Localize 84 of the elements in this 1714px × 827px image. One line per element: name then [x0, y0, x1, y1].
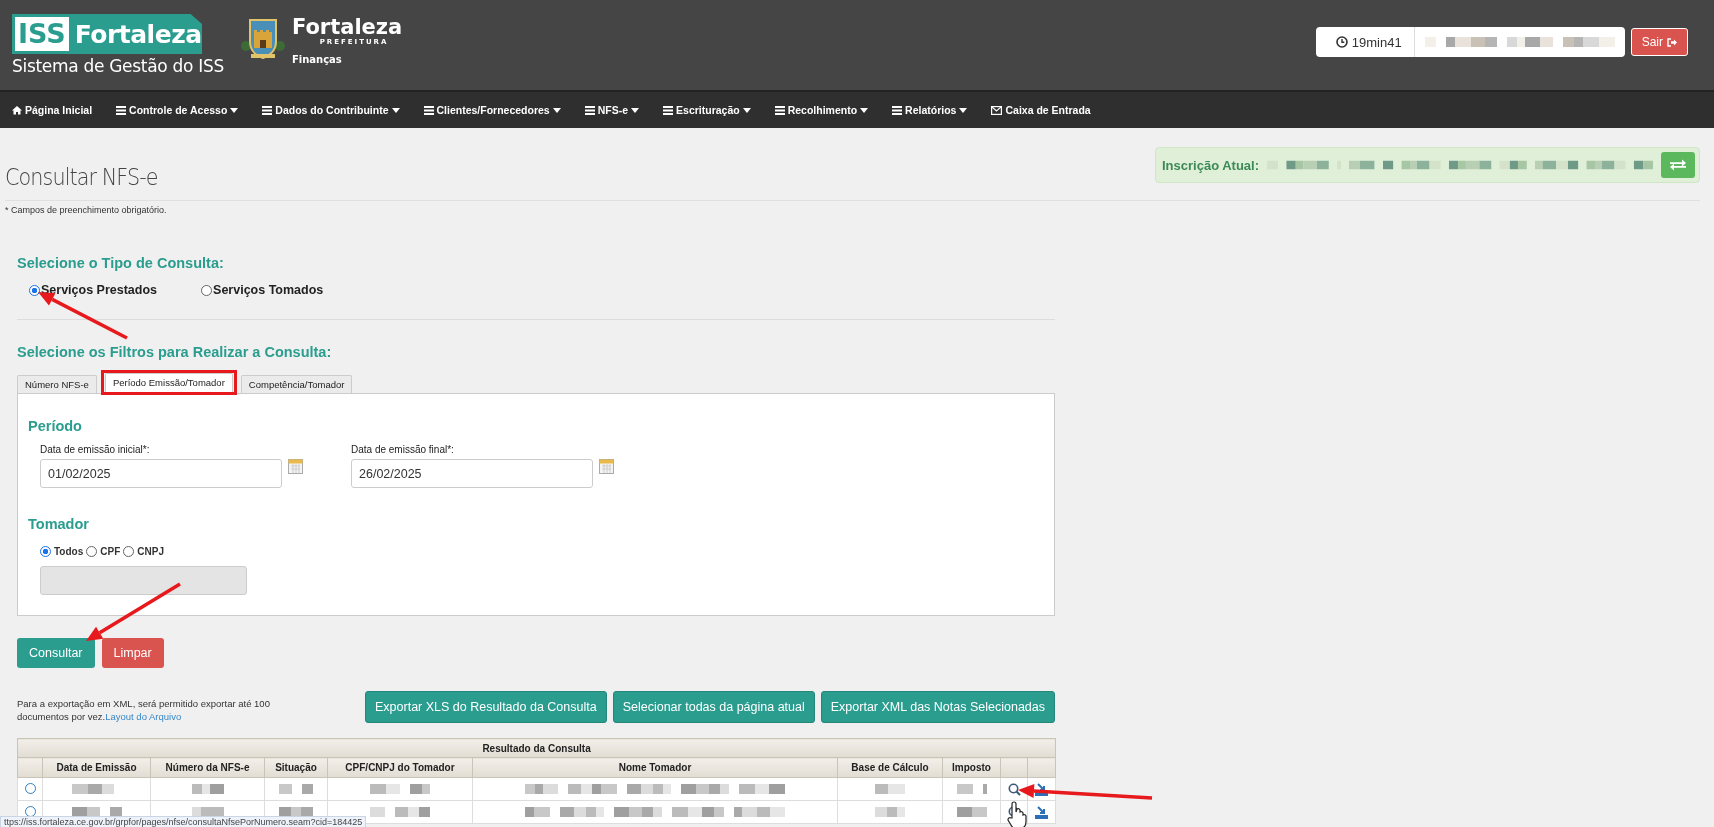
caret-icon: [860, 107, 869, 113]
caret-icon: [959, 107, 968, 113]
search-icon[interactable]: [1007, 782, 1021, 796]
radio-button[interactable]: [29, 284, 40, 296]
tab[interactable]: Competência/Tomador: [240, 375, 353, 393]
nav-menu-item[interactable]: Caixa de Entrada: [991, 104, 1091, 116]
section-heading: Período: [28, 418, 83, 434]
field-label: Data de emissão final*:: [351, 444, 455, 455]
date-field[interactable]: 01/02/2025: [40, 459, 282, 488]
radio-button[interactable]: [123, 546, 135, 557]
logo-badge: ISS: [15, 17, 69, 51]
caret-icon: [552, 107, 561, 113]
department-name: Finanças: [291, 54, 343, 65]
blurred-text: [191, 807, 224, 817]
field-label: Data de emissão inicial*:: [40, 444, 151, 455]
logo-title: Fortaleza: [74, 19, 202, 49]
table-title: Resultado da Consulta: [17, 738, 1056, 758]
menu-icon: [116, 105, 127, 115]
calendar-icon: [288, 459, 303, 474]
section-heading: Selecione os Filtros para Realizar a Consulta:: [17, 344, 333, 360]
export-icon[interactable]: [1035, 805, 1049, 819]
menu-icon: [584, 105, 595, 115]
session-timer: 19min41: [1351, 34, 1402, 50]
blurred-text: [956, 784, 987, 794]
radio-button[interactable]: [86, 546, 98, 557]
radio-label: Serviços Prestados: [41, 283, 158, 297]
sign-out-icon: [1667, 37, 1677, 47]
nav-menu-item[interactable]: Clientes/Fornecedores: [423, 104, 561, 116]
blurred-text: [875, 807, 905, 817]
blurred-text: [956, 807, 987, 817]
radio-button[interactable]: [40, 546, 51, 557]
blurred-text: [279, 807, 313, 817]
nav-menu-item[interactable]: Relatórios: [892, 104, 968, 116]
city-name: Fortaleza: [291, 16, 403, 38]
switch-registration-button[interactable]: [1661, 152, 1695, 178]
date-field[interactable]: 26/02/2025: [351, 459, 593, 488]
radio-label: Todos: [54, 546, 84, 557]
required-fields-note: * Campos de preenchimento obrigatório.: [5, 205, 168, 215]
section-heading: Tomador: [28, 516, 90, 532]
blurred-text: [875, 784, 905, 794]
blurred-text: [279, 784, 313, 794]
nav-menu-item[interactable]: Controle de Acesso: [116, 104, 239, 116]
radio-label: CPF: [100, 546, 121, 557]
section-heading: Selecione o Tipo de Consulta:: [17, 255, 225, 271]
status-bar-url: ttps://iss.fortaleza.ce.gov.br/grpfor/pages/nfse/consultaNfsePorNumero.seam?cid=184425: [0, 816, 367, 827]
blurred-text: [71, 807, 122, 817]
menu-icon: [262, 105, 273, 115]
logout-button[interactable]: Sair: [1630, 28, 1688, 56]
blurred-text: [1349, 160, 1375, 170]
radio-label: Serviços Tomados: [213, 283, 324, 297]
caret-icon: [391, 107, 400, 113]
export-icon[interactable]: [1035, 782, 1049, 796]
page-title: Consultar NFS-e: [5, 164, 158, 192]
registration-label: Inscrição Atual:: [1162, 157, 1260, 173]
logo-subtitle: Sistema de Gestão do ISS: [12, 56, 224, 76]
menu-icon: [892, 105, 903, 115]
caret-icon: [230, 107, 239, 113]
blurred-text: [191, 784, 224, 794]
menu-icon: [663, 105, 674, 115]
radio-button[interactable]: [201, 284, 213, 296]
caret-icon: [631, 107, 640, 113]
envelope-icon: [991, 105, 1003, 115]
nav-menu-item[interactable]: NFS-e: [584, 104, 640, 116]
radio-label: CNPJ: [137, 546, 164, 557]
swap-icon: [1670, 159, 1686, 171]
row-radio-button[interactable]: [24, 782, 36, 794]
menu-icon: [774, 105, 785, 115]
blurred-text: [370, 784, 430, 794]
nav-menu-item[interactable]: Página Inicial: [12, 104, 93, 116]
file-layout-link[interactable]: Layout do Arquivo: [105, 711, 182, 722]
caret-icon: [742, 107, 751, 113]
coat-of-arms-icon: [239, 16, 286, 62]
nav-menu-item[interactable]: Recolhimento: [774, 104, 869, 116]
nav-menu-item[interactable]: Dados do Contribuinte: [262, 104, 400, 116]
calendar-icon: [599, 459, 614, 474]
export-note: Para a exportação em XML, será permitido exportar até 100 documentos por vez.Layout do Arquivo: [17, 697, 271, 723]
tab[interactable]: Período Emissão/Tomador: [104, 373, 233, 393]
tab[interactable]: Número NFS-e: [17, 375, 97, 393]
clock-icon: [1335, 36, 1348, 48]
blurred-text: [370, 807, 430, 817]
nav-menu-item[interactable]: Escrituração: [663, 104, 751, 116]
menu-icon: [423, 105, 434, 115]
clear-button[interactable]: Limpar: [101, 638, 164, 668]
home-icon: [12, 105, 22, 115]
